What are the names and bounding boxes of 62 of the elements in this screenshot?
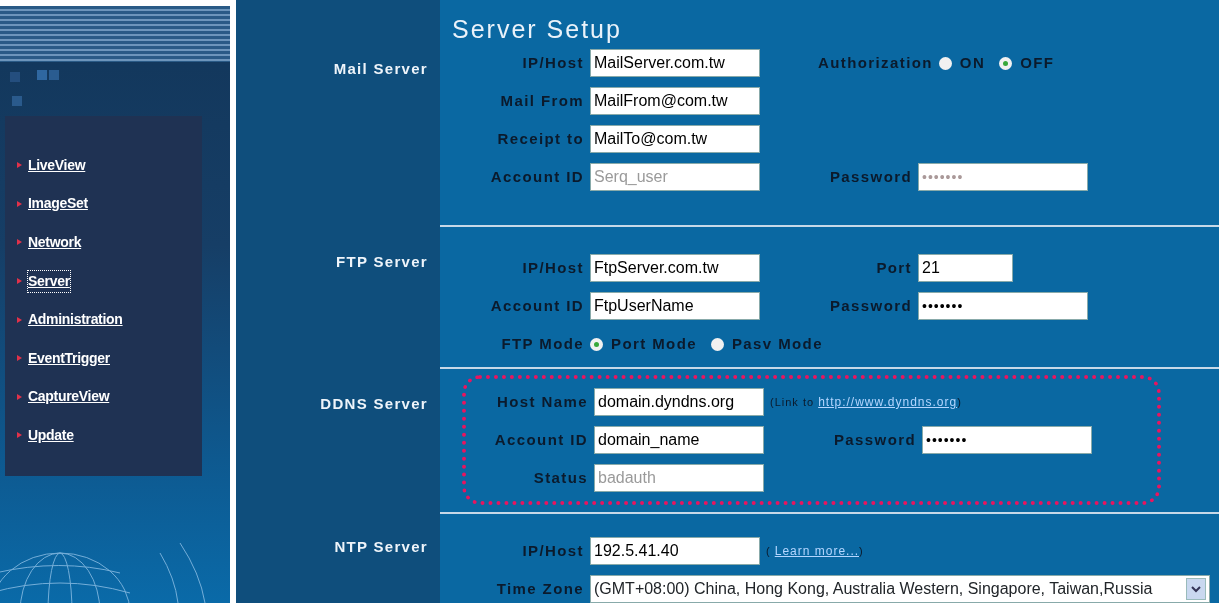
field-label: IP/Host	[521, 257, 585, 278]
input-field[interactable]: MailFrom@com.tw	[590, 87, 760, 115]
input-field[interactable]: FtpServer.com.tw	[590, 254, 760, 282]
radio-label: OFF	[1020, 52, 1055, 73]
section-title: NTP Server	[333, 537, 428, 557]
field-label: Authorization	[818, 52, 934, 73]
input-field[interactable]: domain.dyndns.org	[594, 388, 764, 416]
menu-link[interactable]: Server	[28, 270, 70, 292]
radio-button[interactable]	[938, 56, 952, 70]
bullet-icon	[17, 355, 22, 362]
bullet-icon	[17, 162, 22, 169]
input-field[interactable]: 21	[918, 254, 1013, 282]
field-label: Password	[828, 295, 913, 316]
web-link[interactable]: http://www.dyndns.org	[818, 395, 958, 409]
password-field[interactable]: •••••••	[918, 292, 1088, 320]
field-label: Time Zone	[495, 578, 585, 599]
password-field[interactable]: •••••••	[922, 426, 1092, 454]
bullet-icon	[17, 200, 22, 207]
input-field[interactable]: 192.5.41.40	[590, 537, 760, 565]
field-label: IP/Host	[521, 52, 585, 73]
radio-label: Port Mode	[611, 333, 697, 354]
input-field[interactable]: MailServer.com.tw	[590, 49, 760, 77]
field-label: Password	[832, 429, 917, 450]
bullet-icon	[17, 393, 22, 400]
field-label: FTP Mode	[500, 333, 585, 354]
menu-link[interactable]: Administration	[28, 309, 123, 331]
menu-link[interactable]: Update	[28, 424, 74, 446]
radio-button[interactable]	[590, 337, 603, 351]
menu-link[interactable]: LiveView	[28, 154, 86, 176]
link-note: ( Learn more...)	[766, 543, 864, 560]
field-label: Port	[875, 257, 913, 278]
input-field[interactable]: domain_name	[594, 426, 764, 454]
section-title: Mail Server	[332, 59, 428, 79]
radio-button[interactable]	[999, 56, 1013, 70]
field-label: Account ID	[489, 166, 585, 187]
field-label: Mail From	[499, 90, 585, 111]
field-label: Host Name	[496, 391, 589, 412]
field-label: Account ID	[493, 429, 589, 450]
menu-link[interactable]: ImageSet	[28, 193, 88, 215]
bullet-icon	[17, 316, 22, 323]
menu-link[interactable]: CaptureView	[28, 386, 110, 408]
link-note: (Link to http://www.dyndns.org)	[770, 394, 962, 411]
bullet-icon	[17, 278, 22, 285]
web-link[interactable]: Learn more...	[774, 544, 860, 558]
page-title: Server Setup	[452, 14, 623, 44]
radio-label: ON	[959, 52, 986, 73]
menu-link[interactable]: EventTrigger	[28, 347, 110, 369]
radio-button[interactable]	[710, 337, 724, 351]
input-field[interactable]: FtpUserName	[590, 292, 760, 320]
field-label: Status	[532, 467, 589, 488]
bullet-icon	[17, 432, 22, 439]
timezone-dropdown[interactable]: (GMT+08:00) China, Hong Kong, Australia Western, Singapore, Taiwan,Russia	[590, 575, 1210, 603]
field-label: Receipt to	[496, 128, 585, 149]
input-field[interactable]: MailTo@com.tw	[590, 125, 760, 153]
section-title: DDNS Server	[319, 394, 428, 414]
bullet-icon	[17, 239, 22, 246]
section-title: FTP Server	[335, 252, 428, 272]
field-label: Account ID	[489, 295, 585, 316]
field-label: Password	[828, 166, 913, 187]
radio-label: Pasv Mode	[731, 333, 823, 354]
menu-link[interactable]: Network	[28, 232, 82, 253]
field-label: IP/Host	[521, 540, 585, 561]
